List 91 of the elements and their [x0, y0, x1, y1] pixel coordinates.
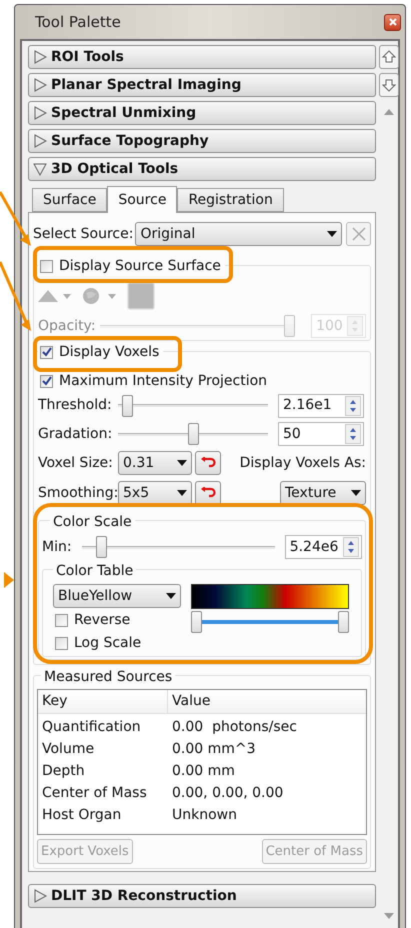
section-header[interactable]: Spectral Unmixing: [28, 101, 376, 125]
checkbox-label: Reverse: [74, 611, 130, 630]
display-as-dropdown[interactable]: Texture: [280, 481, 366, 505]
section-header[interactable]: 3D Optical Tools: [28, 157, 376, 181]
column-header[interactable]: Key: [38, 690, 168, 713]
slider-thumb[interactable]: [338, 611, 349, 633]
spin-arrows-icon[interactable]: [343, 537, 359, 557]
callout-arrow: [0, 261, 31, 331]
move-up-button[interactable]: [379, 45, 399, 69]
field-label: Voxel Size:: [38, 454, 114, 472]
close-icon: [352, 227, 366, 241]
tab[interactable]: Source: [107, 186, 178, 213]
expanded-triangle-icon: [33, 162, 47, 176]
table-cell-text: Unknown: [171, 806, 238, 824]
checkbox-label: Maximum Intensity Projection: [59, 372, 268, 390]
field-label: Gradation:: [38, 424, 114, 444]
min-slider[interactable]: [82, 536, 275, 558]
column-header[interactable]: Value: [168, 690, 366, 713]
checkbox[interactable]: [55, 637, 68, 650]
dropdown-arrow-icon: [351, 490, 361, 496]
section-header[interactable]: Surface Topography: [28, 129, 376, 153]
table-cell-text: 0.00, 0.00, 0.00: [171, 784, 284, 802]
spin-field[interactable]: 5.24e6: [284, 535, 362, 559]
smoothing-dropdown[interactable]: 5x5: [118, 481, 192, 505]
dropdown-arrow-icon: [166, 593, 176, 599]
gradation-slider[interactable]: [118, 423, 268, 445]
checkbox-label: Log Scale: [74, 634, 142, 653]
slider-thumb[interactable]: [96, 536, 108, 558]
slider-thumb[interactable]: [191, 611, 202, 633]
move-down-button[interactable]: [379, 73, 399, 97]
color-swatch[interactable]: [128, 283, 154, 309]
dropdown-arrow-icon: [327, 231, 338, 237]
dropdown-arrow-icon: [177, 460, 187, 466]
checkbox[interactable]: [40, 346, 53, 358]
checkbox[interactable]: [55, 614, 68, 627]
tab[interactable]: Surface: [32, 188, 108, 212]
down-arrow-icon: [382, 78, 396, 92]
table-cell-text: 0.00 photons/sec: [171, 718, 298, 736]
up-arrow-icon: [382, 50, 396, 64]
table-cell-text: Center of Mass: [41, 784, 148, 802]
spin-arrows-icon[interactable]: [345, 396, 361, 416]
globe-dropdown-icon[interactable]: [82, 287, 118, 305]
scroll-down-icon[interactable]: [384, 913, 394, 919]
collapsed-triangle-icon: [33, 78, 47, 92]
section-header[interactable]: DLIT 3D Reconstruction: [28, 884, 376, 908]
reset-button[interactable]: [195, 481, 221, 505]
collapsed-triangle-icon: [33, 889, 47, 903]
field-label: Smoothing:: [38, 484, 115, 502]
clear-button[interactable]: [346, 222, 371, 246]
spin-field[interactable]: 2.16e1: [278, 394, 364, 418]
table-cell-text: Host Organ: [41, 806, 122, 824]
table-cell-text: Quantification: [41, 718, 142, 736]
dropdown-arrow-icon: [177, 490, 187, 496]
threshold-slider[interactable]: [118, 394, 268, 416]
field-label: Display Voxels As:: [240, 454, 366, 472]
checkbox[interactable]: [40, 374, 53, 388]
tab[interactable]: Registration: [177, 188, 284, 212]
field-label: Threshold:: [38, 396, 113, 415]
field-label: Select Source:: [33, 224, 134, 244]
callout-arrow: [0, 191, 31, 246]
voxel-size-dropdown[interactable]: 0.31: [118, 451, 192, 475]
color-table-dropdown[interactable]: BlueYellow: [53, 584, 181, 608]
checkbox-label: Display Source Surface: [59, 256, 221, 276]
section-header[interactable]: Planar Spectral Imaging: [28, 73, 376, 97]
collapsed-triangle-icon: [33, 106, 47, 120]
checkbox[interactable]: [40, 260, 53, 272]
window-title: Tool Palette: [35, 12, 121, 33]
undo-arrow-icon: [200, 487, 216, 499]
opacity-slider[interactable]: [100, 315, 296, 337]
table-cell-text: 0.00 mm: [171, 762, 236, 780]
spin-arrows-icon[interactable]: [345, 424, 361, 444]
table-cell-text: 0.00 mm^3: [171, 740, 257, 758]
slider-thumb[interactable]: [122, 394, 134, 416]
collapsed-triangle-icon: [33, 134, 47, 148]
scroll-up-icon[interactable]: [384, 109, 394, 115]
field-label: Min:: [42, 538, 73, 556]
spin-field[interactable]: 50: [278, 422, 364, 446]
slider-thumb[interactable]: [188, 423, 198, 445]
checkbox-label: Display Voxels: [59, 342, 160, 362]
close-button[interactable]: [384, 14, 401, 30]
source-dropdown[interactable]: Original: [135, 222, 342, 246]
table-cell-text: Depth: [41, 762, 86, 780]
field-label: Opacity:: [38, 316, 96, 336]
section-header[interactable]: ROI Tools: [28, 45, 376, 69]
cone-dropdown-icon[interactable]: [38, 289, 72, 303]
undo-arrow-icon: [200, 457, 216, 469]
reset-button[interactable]: [195, 451, 221, 475]
table-cell-text: Volume: [41, 740, 96, 758]
range-slider[interactable]: [191, 611, 349, 633]
collapsed-triangle-icon: [33, 50, 47, 64]
close-icon: [388, 18, 396, 26]
